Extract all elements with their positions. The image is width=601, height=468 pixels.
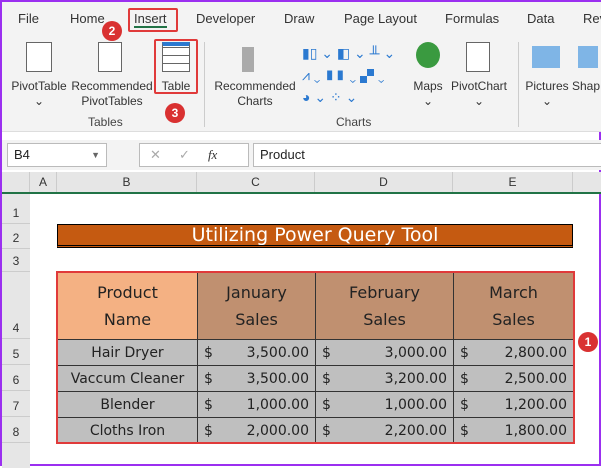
column-header-d[interactable]: D [315,172,453,192]
row-header-5[interactable]: 5 [2,339,30,365]
globe-icon [416,42,440,68]
shapes-icon [578,46,598,68]
group-charts-label: Charts [336,115,372,129]
label: Recommended [214,79,296,93]
name-box[interactable]: B4 ▼ [7,143,107,167]
selection-highlight [56,271,575,444]
row-header-1[interactable]: 1 [2,194,30,224]
insert-highlight [128,8,178,32]
recommended-pivottables-icon [98,42,122,72]
shapes-button[interactable]: Shap [572,42,601,94]
step-badge-2: 2 [102,21,122,41]
tab-page-layout[interactable]: Page Layout [344,11,417,26]
picture-icon [532,46,560,68]
pivottable-label: PivotTable [11,79,67,93]
row-header-filler [2,443,30,468]
label: Recommended [71,79,153,93]
ribbon: PivotTable ⌄ Recommended PivotTables Table… [2,37,601,132]
row-header-8[interactable]: 8 [2,417,30,443]
formula-buttons: ✕ ✓ fx [139,143,249,167]
divider [518,42,519,127]
chevron-down-icon[interactable]: ▼ [91,144,100,166]
pivotchart-icon [466,42,490,72]
pictures-button[interactable]: Pictures ⌄ [522,42,572,109]
maps-button[interactable]: Maps ⌄ [410,42,446,109]
row-header-4[interactable]: 4 [2,272,30,339]
label: PivotTables [81,94,143,108]
column-header-c[interactable]: C [197,172,315,192]
row-header-3[interactable]: 3 [2,249,30,272]
column-header-a[interactable]: A [30,172,57,192]
sheet-title[interactable]: Utilizing Power Query Tool [57,224,573,248]
tab-draw[interactable]: Draw [284,11,314,26]
pivotchart-button[interactable]: PivotChart ⌄ [448,42,510,109]
column-header-e[interactable]: E [453,172,573,192]
pivotchart-label: PivotChart [450,79,508,93]
maps-label: Maps [413,79,443,93]
row-header-6[interactable]: 6 [2,365,30,391]
name-box-value: B4 [14,147,30,162]
recommended-charts-icon [242,47,254,72]
label: Charts [237,94,273,108]
recommended-pivottables-button[interactable]: Recommended PivotTables [68,42,156,109]
formula-input[interactable]: Product [253,143,601,167]
row-header-2[interactable]: 2 [2,224,30,249]
tab-review[interactable]: Rev [583,11,601,26]
formula-bar: B4 ▼ ✕ ✓ fx Product [2,140,601,170]
tab-developer[interactable]: Developer [196,11,255,26]
insert-function-icon[interactable]: fx [208,147,217,162]
column-header-b[interactable]: B [57,172,197,192]
column-headers: A B C D E [2,172,601,194]
select-all[interactable] [2,172,30,192]
tab-file[interactable]: File [18,11,39,26]
row-header-7[interactable]: 7 [2,391,30,417]
step-badge-3: 3 [165,103,185,123]
divider [204,42,205,127]
tab-home[interactable]: Home [70,11,105,26]
shapes-label: Shap [572,79,601,93]
recommended-charts-button[interactable]: Recommended Charts [212,42,298,109]
chart-type-buttons[interactable]: ▮▯ ⌄ ◧ ⌄ ╨ ⌄ ⩘ ⌄ ▮▮ ⌄ ▞ ⌄ ◕ ⌄ ⁘ ⌄ [302,42,412,110]
pictures-label: Pictures [525,79,569,93]
group-tables-label: Tables [88,115,123,129]
pivottable-icon [26,42,52,72]
enter-icon[interactable]: ✓ [179,147,190,162]
step-badge-1: 1 [578,332,598,352]
ribbon-tabs: File Home Insert Developer Draw Page Lay… [2,2,601,37]
tab-formulas[interactable]: Formulas [445,11,499,26]
pivottable-button[interactable]: PivotTable ⌄ [10,42,68,109]
cancel-icon[interactable]: ✕ [150,147,161,162]
table-highlight [154,39,198,94]
tab-data[interactable]: Data [527,11,554,26]
